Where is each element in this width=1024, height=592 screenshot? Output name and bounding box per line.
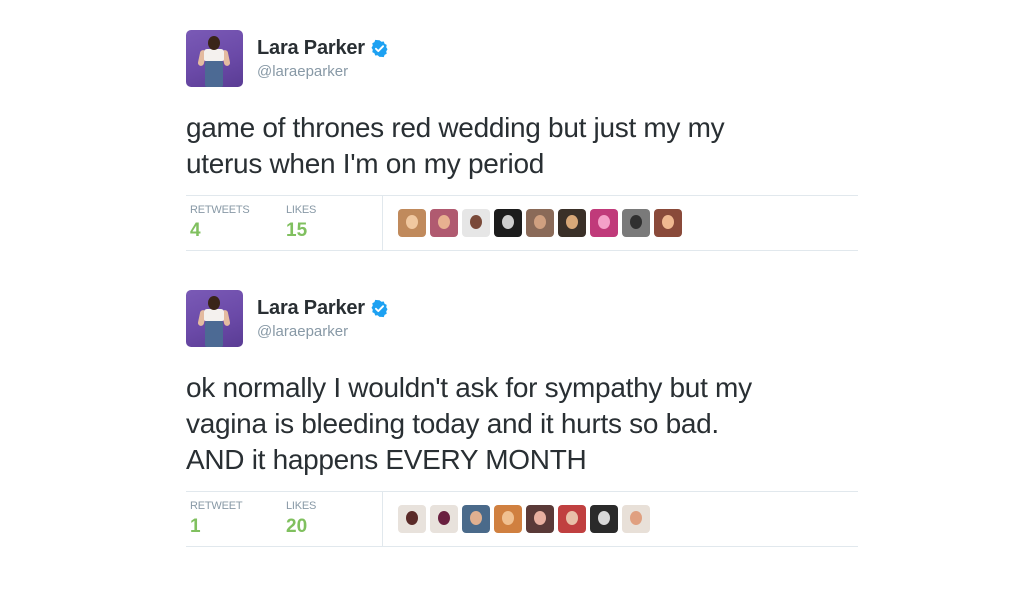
author-name[interactable]: Lara Parker	[257, 297, 365, 320]
author-names: Lara Parker @laraeparker	[257, 290, 389, 340]
likes-stat[interactable]: LIKES 20	[286, 500, 382, 538]
likes-count: 15	[286, 220, 308, 241]
retweets-label: RETWEET	[190, 500, 243, 512]
liker-avatar[interactable]	[622, 209, 650, 237]
tweet-stats: RETWEET 1 LIKES 20	[186, 491, 858, 547]
liker-avatar[interactable]	[430, 505, 458, 533]
likes-count: 20	[286, 516, 308, 537]
retweets-label: RETWEETS	[190, 204, 250, 216]
liker-avatars	[398, 505, 650, 533]
stats-divider	[382, 196, 383, 250]
likes-stat[interactable]: LIKES 15	[286, 204, 382, 242]
author-name[interactable]: Lara Parker	[257, 37, 365, 60]
liker-avatar[interactable]	[622, 505, 650, 533]
likes-label: LIKES	[286, 500, 317, 512]
liker-avatar[interactable]	[494, 209, 522, 237]
liker-avatar[interactable]	[558, 505, 586, 533]
liker-avatar[interactable]	[398, 209, 426, 237]
tweet-card: Lara Parker @laraeparker game of thrones…	[186, 30, 858, 251]
tweet-screenshot: Lara Parker @laraeparker game of thrones…	[0, 0, 1024, 592]
author-avatar[interactable]	[186, 290, 243, 347]
liker-avatar[interactable]	[462, 209, 490, 237]
liker-avatar[interactable]	[654, 209, 682, 237]
author-avatar[interactable]	[186, 30, 243, 87]
retweets-stat[interactable]: RETWEETS 4	[186, 204, 286, 242]
liker-avatar[interactable]	[462, 505, 490, 533]
liker-avatar[interactable]	[398, 505, 426, 533]
tweet-text-line: vagina is bleeding today and it hurts so…	[186, 408, 719, 439]
likes-label: LIKES	[286, 204, 317, 216]
tweet-text-line: game of thrones red wedding but just my …	[186, 112, 725, 143]
author-names: Lara Parker @laraeparker	[257, 30, 389, 80]
liker-avatars	[398, 209, 682, 237]
liker-avatar[interactable]	[494, 505, 522, 533]
retweets-stat[interactable]: RETWEET 1	[186, 500, 286, 538]
liker-avatar[interactable]	[590, 209, 618, 237]
retweets-count: 1	[190, 516, 201, 537]
liker-avatar[interactable]	[558, 209, 586, 237]
liker-avatar[interactable]	[526, 505, 554, 533]
author-handle[interactable]: @laraeparker	[257, 63, 389, 80]
tweet-card: Lara Parker @laraeparker ok normally I w…	[186, 290, 858, 547]
tweet-text-line: AND it happens EVERY MONTH	[186, 444, 587, 475]
stats-divider	[382, 492, 383, 546]
tweet-stats: RETWEETS 4 LIKES 15	[186, 195, 858, 251]
liker-avatar[interactable]	[526, 209, 554, 237]
retweets-count: 4	[190, 220, 201, 241]
liker-avatar[interactable]	[590, 505, 618, 533]
tweet-text: game of thrones red wedding but just my …	[186, 110, 858, 182]
tweet-text: ok normally I wouldn't ask for sympathy …	[186, 370, 858, 478]
tweet-header: Lara Parker @laraeparker	[186, 290, 858, 350]
tweet-header: Lara Parker @laraeparker	[186, 30, 858, 90]
tweet-text-line: uterus when I'm on my period	[186, 148, 545, 179]
tweet-text-line: ok normally I wouldn't ask for sympathy …	[186, 372, 752, 403]
verified-badge-icon	[371, 299, 388, 318]
liker-avatar[interactable]	[430, 209, 458, 237]
verified-badge-icon	[371, 39, 388, 58]
author-handle[interactable]: @laraeparker	[257, 323, 389, 340]
